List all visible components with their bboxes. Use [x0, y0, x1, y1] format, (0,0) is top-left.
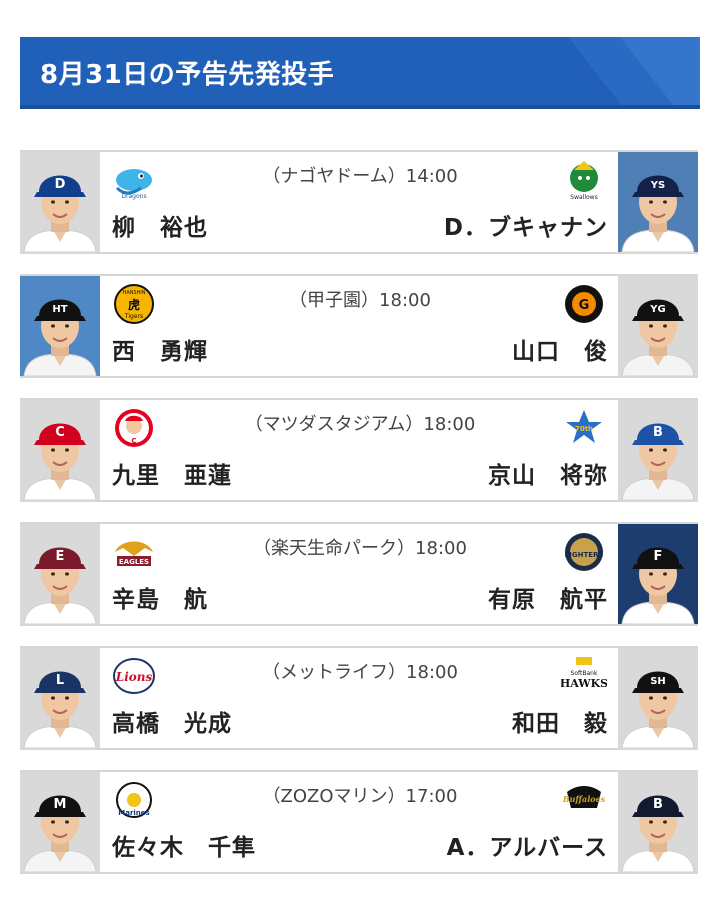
away-pitcher-photo[interactable]: B — [618, 400, 698, 500]
svg-text:虎: 虎 — [128, 297, 140, 312]
svg-text:HANSHIN: HANSHIN — [122, 290, 145, 296]
home-pitcher-photo[interactable]: C — [20, 400, 100, 500]
tigers-logo: HANSHIN 虎 Tigers — [111, 282, 157, 326]
giants-logo: G — [561, 282, 607, 326]
away-pitcher-name[interactable]: 和田 毅 — [512, 704, 608, 738]
game-card[interactable]: HT HANSHIN 虎 Tigers （甲子園）18:00 西 勇輝 山口 俊… — [20, 274, 698, 378]
svg-text:Swallows: Swallows — [570, 194, 597, 201]
svg-text:Buffaloes: Buffaloes — [562, 794, 606, 804]
home-pitcher-photo[interactable]: L — [20, 648, 100, 748]
buffaloes-logo: Buffaloes — [561, 778, 607, 822]
marines-logo: Marines — [111, 778, 157, 822]
carp-logo: C — [111, 406, 157, 450]
page-header: 8月31日の予告先発投手 — [20, 37, 700, 109]
home-pitcher-name[interactable]: 佐々木 千隼 — [112, 828, 256, 862]
svg-text:F: F — [654, 549, 663, 564]
svg-text:B: B — [653, 425, 663, 440]
eagles-logo: EAGLES — [111, 530, 157, 574]
svg-text:SoftBank: SoftBank — [571, 670, 598, 677]
venue-time: （メットライフ）18:00 — [262, 662, 458, 683]
dragons-logo: Dragons — [111, 158, 157, 202]
away-pitcher-photo[interactable]: SH — [618, 648, 698, 748]
home-pitcher-photo[interactable]: D — [20, 152, 100, 252]
fighters-logo: FIGHTERS — [561, 530, 607, 574]
svg-text:D: D — [55, 177, 66, 192]
home-pitcher-name[interactable]: 柳 裕也 — [112, 208, 208, 242]
game-card[interactable]: L Lions （メットライフ）18:00 高橋 光成 和田 毅 SoftBan… — [20, 646, 698, 750]
svg-text:YS: YS — [650, 180, 665, 191]
venue-time: （甲子園）18:00 — [289, 290, 431, 311]
svg-text:C: C — [131, 437, 136, 445]
venue-time: （ZOZOマリン）17:00 — [262, 786, 458, 807]
svg-text:G: G — [579, 298, 590, 313]
svg-text:HAWKS: HAWKS — [561, 677, 607, 690]
home-pitcher-photo[interactable]: E — [20, 524, 100, 624]
svg-text:EAGLES: EAGLES — [119, 558, 149, 566]
home-pitcher-photo[interactable]: HT — [20, 276, 100, 376]
venue-time: （楽天生命パーク）18:00 — [253, 538, 467, 559]
swallows-logo: Swallows — [561, 158, 607, 202]
home-pitcher-name[interactable]: 高橋 光成 — [112, 704, 232, 738]
svg-text:70th: 70th — [575, 425, 593, 433]
away-pitcher-name[interactable]: 有原 航平 — [488, 580, 608, 614]
game-card[interactable]: C C （マツダスタジアム）18:00 九里 亜蓮 京山 将弥 70th B — [20, 398, 698, 502]
page-title: 8月31日の予告先発投手 — [40, 60, 335, 90]
home-pitcher-name[interactable]: 辛島 航 — [112, 580, 208, 614]
venue-time: （マツダスタジアム）18:00 — [244, 414, 476, 435]
away-pitcher-name[interactable]: D．ブキャナン — [444, 208, 608, 242]
svg-text:C: C — [55, 425, 65, 440]
away-pitcher-photo[interactable]: YG — [618, 276, 698, 376]
game-card[interactable]: M Marines （ZOZOマリン）17:00 佐々木 千隼 A．アルバース … — [20, 770, 698, 874]
svg-text:HT: HT — [52, 304, 67, 315]
svg-text:FIGHTERS: FIGHTERS — [565, 551, 604, 559]
svg-text:Lions: Lions — [115, 670, 153, 684]
hawks-logo: SoftBank HAWKS — [561, 654, 607, 698]
svg-text:E: E — [56, 549, 65, 564]
svg-text:M: M — [54, 797, 67, 812]
game-card[interactable]: D Dragons （ナゴヤドーム）14:00 柳 裕也 D．ブキャナン Swa… — [20, 150, 698, 254]
game-card[interactable]: E EAGLES （楽天生命パーク）18:00 辛島 航 有原 航平 FIGHT… — [20, 522, 698, 626]
away-pitcher-photo[interactable]: B — [618, 772, 698, 872]
away-pitcher-name[interactable]: A．アルバース — [447, 828, 608, 862]
baystars-logo: 70th — [561, 406, 607, 450]
svg-text:B: B — [653, 797, 663, 812]
lions-logo: Lions — [111, 654, 157, 698]
away-pitcher-photo[interactable]: YS — [618, 152, 698, 252]
svg-text:Tigers: Tigers — [124, 313, 143, 320]
svg-text:Marines: Marines — [118, 809, 149, 817]
home-pitcher-name[interactable]: 西 勇輝 — [112, 332, 208, 366]
svg-text:Dragons: Dragons — [121, 193, 146, 200]
svg-text:YG: YG — [649, 304, 665, 315]
svg-text:L: L — [56, 673, 64, 688]
away-pitcher-name[interactable]: 京山 将弥 — [488, 456, 608, 490]
header-underline — [20, 105, 700, 109]
home-pitcher-name[interactable]: 九里 亜蓮 — [112, 456, 232, 490]
venue-time: （ナゴヤドーム）14:00 — [262, 166, 458, 187]
away-pitcher-name[interactable]: 山口 俊 — [512, 332, 608, 366]
away-pitcher-photo[interactable]: F — [618, 524, 698, 624]
svg-text:SH: SH — [650, 676, 666, 687]
home-pitcher-photo[interactable]: M — [20, 772, 100, 872]
